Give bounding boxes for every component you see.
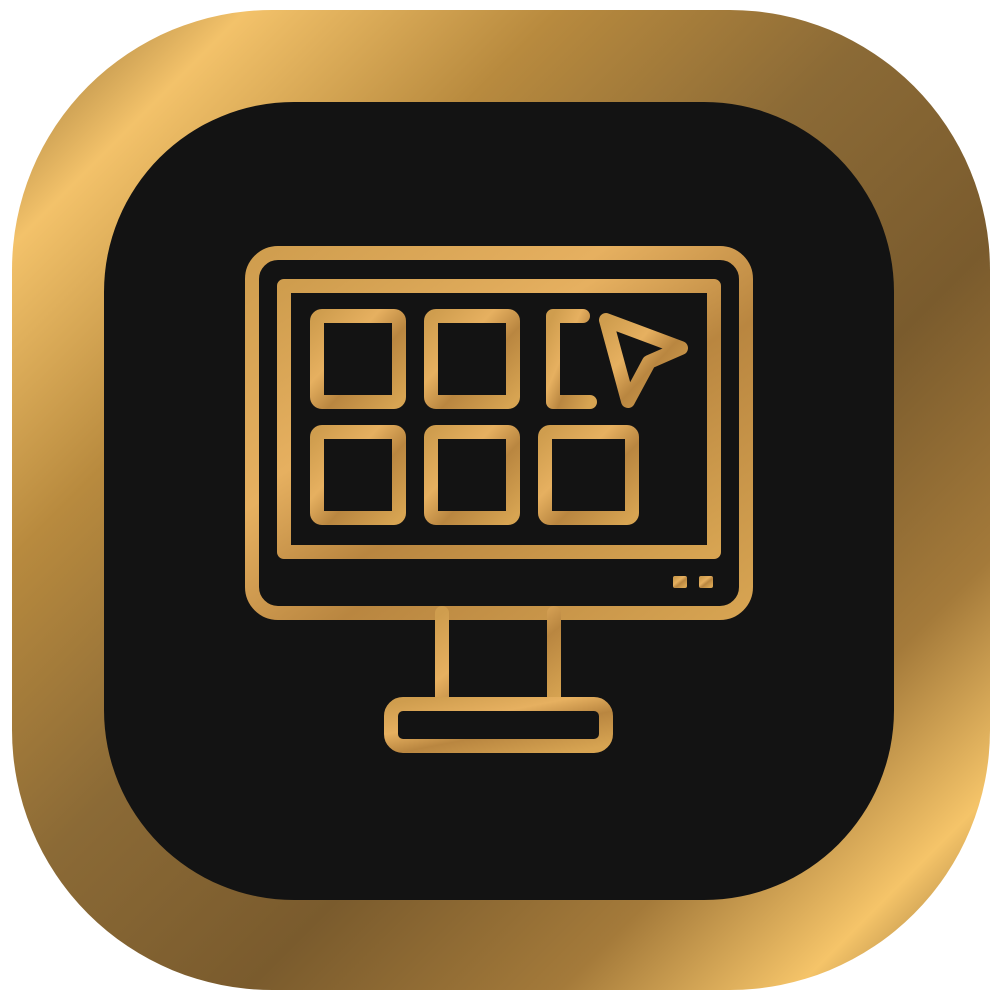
icon-canvas [0,0,1000,1002]
app-icon[interactable] [0,0,1000,1002]
indicator-dot [673,576,687,588]
indicator-dot [699,576,713,588]
tile-background [104,102,894,900]
